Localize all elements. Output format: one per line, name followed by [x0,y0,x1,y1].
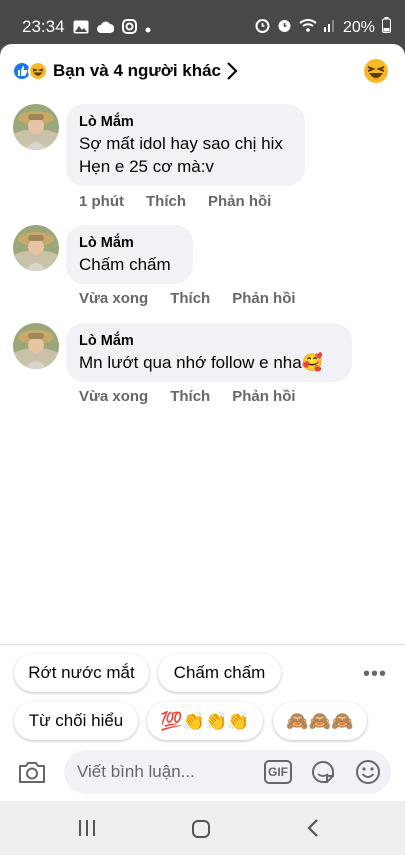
quick-reply-emoji-chip[interactable]: 💯👏👏👏 [147,702,263,740]
recent-apps-icon[interactable] [77,819,97,842]
alarm-icon-2 [277,17,292,38]
quick-reply-chip[interactable]: Rớt nước mắt [14,654,149,692]
avatar[interactable] [13,323,59,369]
comment-bubble[interactable]: Lò Mắm Chấm chấm [66,225,193,284]
divider [0,644,405,645]
reply-link[interactable]: Phản hồi [232,388,295,405]
comment-actions: Vừa xong Thích Phản hồi [79,290,318,307]
comment-time: Vừa xong [79,388,149,405]
comment-text-line: Sợ mất idol hay sao chị hix [79,134,283,153]
like-link[interactable]: Thích [170,388,210,405]
status-bar: 23:34 20% [0,0,405,44]
like-link[interactable]: Thích [146,193,186,210]
status-left-icons [73,19,151,39]
haha-emoji-icon[interactable] [363,58,389,89]
status-time: 23:34 [22,17,65,36]
comments-sheet: Bạn và 4 người khác Lò Mắm Sợ mất idol h… [0,44,405,801]
gif-button[interactable]: GIF [264,760,292,784]
wifi-icon [299,18,317,37]
sticker-icon[interactable] [309,758,337,791]
comment-author[interactable]: Lò Mắm [79,233,180,253]
status-right-icons: 20% [255,17,391,38]
comment-input[interactable]: Viết bình luận... GIF [64,750,391,794]
battery-percent: 20% [342,18,375,36]
back-icon[interactable] [306,818,320,843]
comment-item: Lò Mắm Mn lướt qua nhớ follow e nha🥰 Vừa… [0,323,405,413]
home-icon[interactable] [191,819,211,844]
avatar[interactable] [13,225,59,271]
like-link[interactable]: Thích [170,290,210,307]
comment-input-placeholder: Viết bình luận... [77,762,195,781]
comment-composer: Viết bình luận... GIF [0,744,405,801]
alarm-icon [255,17,270,38]
system-navigation-bar [0,801,405,855]
quick-reply-chip[interactable]: Chấm chấm [158,654,281,692]
avatar[interactable] [13,104,59,150]
comment-bubble[interactable]: Lò Mắm Sợ mất idol hay sao chị hix Hẹn e… [66,104,305,186]
reactions-summary: Bạn và 4 người khác [53,61,222,80]
comment-text-line: Mn lướt qua nhớ follow e nha🥰 [79,353,323,372]
comment-time: 1 phút [79,193,124,210]
reply-link[interactable]: Phản hồi [232,290,295,307]
comment-time: Vừa xong [79,290,149,307]
reply-link[interactable]: Phản hồi [208,193,271,210]
battery-icon [382,17,391,38]
comment-item: Lò Mắm Sợ mất idol hay sao chị hix Hẹn e… [0,104,405,224]
gallery-icon [73,20,89,39]
emoji-icon[interactable] [354,758,382,791]
comment-author[interactable]: Lò Mắm [79,331,339,351]
comment-text-line: Chấm chấm [79,255,171,274]
comment-bubble[interactable]: Lò Mắm Mn lướt qua nhớ follow e nha🥰 [66,323,352,382]
haha-reaction-icon [28,61,48,81]
comment-author[interactable]: Lò Mắm [79,112,292,132]
comment-actions: Vừa xong Thích Phản hồi [79,388,318,405]
comment-item: Lò Mắm Chấm chấm Vừa xong Thích Phản hồi [0,225,405,315]
reaction-icons [12,60,52,82]
instagram-icon [122,19,137,39]
dot-icon [145,20,151,38]
chevron-right-icon [225,60,239,87]
cloud-icon [97,20,115,38]
quick-reply-emoji-chip[interactable]: 🙈🙈🙈 [273,702,367,740]
comment-actions: 1 phút Thích Phản hồi [79,193,293,210]
camera-icon[interactable] [18,760,46,789]
signal-icon [323,18,336,37]
more-options-icon[interactable]: ••• [363,663,387,686]
reactions-header[interactable]: Bạn và 4 người khác [0,44,405,98]
quick-reply-chip[interactable]: Từ chối hiểu [14,702,138,740]
comment-text-line: Hẹn e 25 cơ mà:v [79,157,214,176]
